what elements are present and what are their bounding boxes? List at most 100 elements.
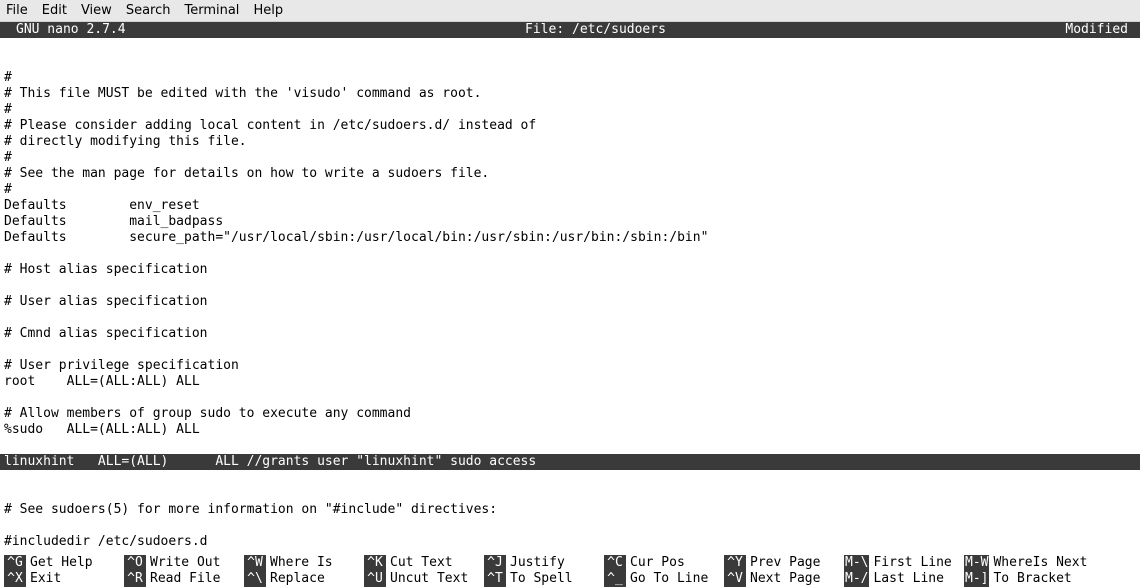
shortcut-desc: Replace xyxy=(266,571,325,587)
shortcut-key: ^_ xyxy=(604,571,626,587)
editor-line[interactable]: %sudo ALL=(ALL:ALL) ALL xyxy=(4,422,1136,438)
editor-line[interactable] xyxy=(4,438,1136,454)
editor-line[interactable] xyxy=(4,486,1136,502)
menu-item-terminal[interactable]: Terminal xyxy=(184,3,239,19)
shortcut-item: ^OWrite Out xyxy=(124,555,244,571)
shortcut-key: M-/ xyxy=(844,571,869,587)
shortcut-key: ^U xyxy=(364,571,386,587)
shortcut-item: ^KCut Text xyxy=(364,555,484,571)
editor-line[interactable] xyxy=(4,518,1136,534)
editor-line[interactable]: # Please consider adding local content i… xyxy=(4,118,1136,134)
editor-line[interactable]: # Cmnd alias specification xyxy=(4,326,1136,342)
shortcut-key: ^\ xyxy=(244,571,266,587)
editor-line[interactable]: # This file MUST be edited with the 'vis… xyxy=(4,86,1136,102)
editor-line[interactable]: # xyxy=(4,70,1136,86)
shortcut-desc: To Bracket xyxy=(989,571,1071,587)
editor-line[interactable] xyxy=(4,278,1136,294)
editor-line[interactable]: # Allow members of group sudo to execute… xyxy=(4,406,1136,422)
shortcut-desc: WhereIs Next xyxy=(989,555,1087,571)
shortcut-item: ^_Go To Line xyxy=(604,571,724,587)
shortcut-desc: Where Is xyxy=(266,555,333,571)
editor-line[interactable] xyxy=(4,38,1136,54)
menu-item-edit[interactable]: Edit xyxy=(42,3,67,19)
shortcut-desc: Next Page xyxy=(746,571,820,587)
editor-line[interactable]: linuxhint ALL=(ALL) ALL //grants user "l… xyxy=(0,454,1140,470)
editor-line[interactable]: Defaults mail_badpass xyxy=(4,214,1136,230)
shortcut-desc: Exit xyxy=(26,571,61,587)
nano-shortcuts: ^GGet Help^OWrite Out^WWhere Is^KCut Tex… xyxy=(0,555,1140,588)
editor-line[interactable]: # Host alias specification xyxy=(4,262,1136,278)
shortcut-key: ^O xyxy=(124,555,146,571)
shortcut-item: ^WWhere Is xyxy=(244,555,364,571)
editor-line[interactable]: Defaults secure_path="/usr/local/sbin:/u… xyxy=(4,230,1136,246)
editor-line[interactable] xyxy=(4,246,1136,262)
shortcut-key: ^T xyxy=(484,571,506,587)
shortcut-item: M-]To Bracket xyxy=(964,571,1124,587)
shortcut-item: ^JJustify xyxy=(484,555,604,571)
editor-line[interactable]: # User alias specification xyxy=(4,294,1136,310)
editor-line[interactable]: root ALL=(ALL:ALL) ALL xyxy=(4,374,1136,390)
shortcut-item: ^GGet Help xyxy=(4,555,124,571)
shortcut-item: ^TTo Spell xyxy=(484,571,604,587)
shortcut-desc: Cur Pos xyxy=(626,555,685,571)
shortcut-key: ^Y xyxy=(724,555,746,571)
shortcut-item: ^XExit xyxy=(4,571,124,587)
shortcut-desc: Go To Line xyxy=(626,571,708,587)
shortcut-key: M-W xyxy=(964,555,989,571)
editor-line[interactable] xyxy=(4,390,1136,406)
editor-line[interactable]: # directly modifying this file. xyxy=(4,134,1136,150)
shortcut-key: ^C xyxy=(604,555,626,571)
shortcut-desc: Prev Page xyxy=(746,555,820,571)
nano-file-name: File: /etc/sudoers xyxy=(126,22,1066,38)
shortcut-item: M-/Last Line xyxy=(844,571,964,587)
shortcut-key: ^V xyxy=(724,571,746,587)
editor-area[interactable]: ## This file MUST be edited with the 'vi… xyxy=(0,38,1140,550)
shortcut-key: ^G xyxy=(4,555,26,571)
shortcut-key: ^X xyxy=(4,571,26,587)
editor-line[interactable]: # User privilege specification xyxy=(4,358,1136,374)
editor-line[interactable]: # xyxy=(4,150,1136,166)
menu-item-file[interactable]: File xyxy=(6,3,28,19)
shortcut-desc: Write Out xyxy=(146,555,220,571)
shortcut-key: ^J xyxy=(484,555,506,571)
shortcut-item: ^YPrev Page xyxy=(724,555,844,571)
menu-item-view[interactable]: View xyxy=(81,3,112,19)
editor-line[interactable] xyxy=(4,310,1136,326)
editor-line[interactable] xyxy=(4,342,1136,358)
shortcut-row-2: ^XExit^RRead File^\Replace^UUncut Text^T… xyxy=(4,571,1136,587)
shortcut-key: ^W xyxy=(244,555,266,571)
shortcut-desc: Justify xyxy=(506,555,565,571)
editor-line[interactable]: # See the man page for details on how to… xyxy=(4,166,1136,182)
editor-line[interactable]: # xyxy=(4,182,1136,198)
editor-line[interactable] xyxy=(4,54,1136,70)
nano-title-bar: GNU nano 2.7.4 File: /etc/sudoers Modifi… xyxy=(0,22,1140,38)
shortcut-desc: Cut Text xyxy=(386,555,453,571)
editor-line[interactable]: # xyxy=(4,102,1136,118)
shortcut-desc: Read File xyxy=(146,571,220,587)
shortcut-item: ^RRead File xyxy=(124,571,244,587)
menu-item-search[interactable]: Search xyxy=(126,3,171,19)
shortcut-key: M-] xyxy=(964,571,989,587)
editor-line[interactable]: # See sudoers(5) for more information on… xyxy=(4,502,1136,518)
shortcut-item: ^\Replace xyxy=(244,571,364,587)
nano-app-name: GNU nano 2.7.4 xyxy=(6,22,126,38)
shortcut-desc: Uncut Text xyxy=(386,571,468,587)
editor-line[interactable] xyxy=(4,470,1136,486)
editor-line[interactable]: Defaults env_reset xyxy=(4,198,1136,214)
shortcut-key: M-\ xyxy=(844,555,869,571)
shortcut-row-1: ^GGet Help^OWrite Out^WWhere Is^KCut Tex… xyxy=(4,555,1136,571)
shortcut-item: ^CCur Pos xyxy=(604,555,724,571)
shortcut-item: ^UUncut Text xyxy=(364,571,484,587)
nano-modified-status: Modified xyxy=(1065,22,1134,38)
shortcut-item: M-\First Line xyxy=(844,555,964,571)
shortcut-desc: Last Line xyxy=(869,571,943,587)
shortcut-item: M-WWhereIs Next xyxy=(964,555,1124,571)
shortcut-key: ^R xyxy=(124,571,146,587)
menu-item-help[interactable]: Help xyxy=(253,3,283,19)
shortcut-desc: To Spell xyxy=(506,571,573,587)
menu-bar: File Edit View Search Terminal Help xyxy=(0,0,1140,22)
shortcut-key: ^K xyxy=(364,555,386,571)
shortcut-desc: Get Help xyxy=(26,555,93,571)
shortcut-desc: First Line xyxy=(869,555,951,571)
editor-line[interactable]: #includedir /etc/sudoers.d xyxy=(4,534,1136,550)
